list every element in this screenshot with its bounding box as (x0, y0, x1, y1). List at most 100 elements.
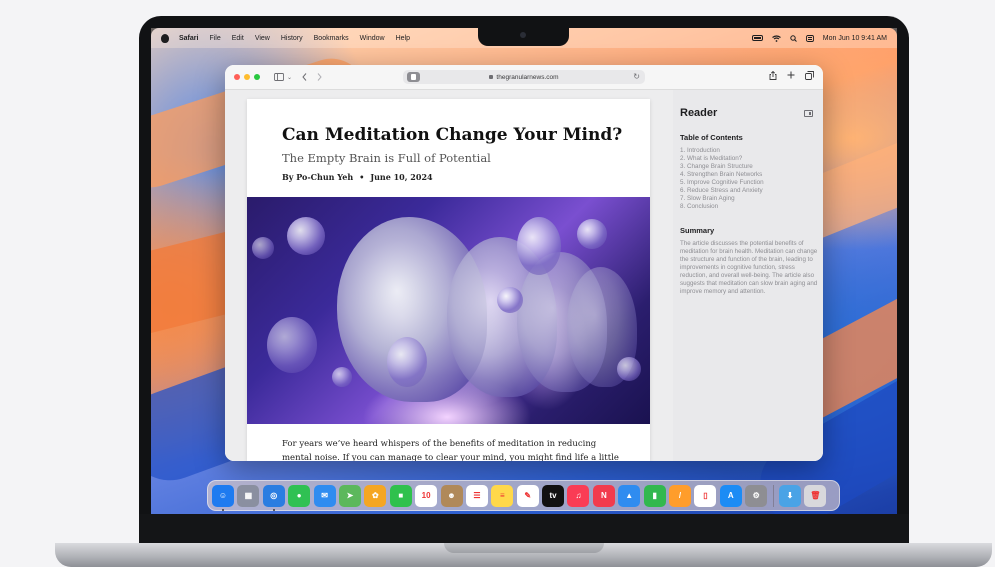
dock-calendar-icon[interactable]: 10 (415, 484, 438, 507)
dock-numbers-icon[interactable]: ▮ (643, 484, 666, 507)
dock-app-store-icon[interactable]: A (719, 484, 742, 507)
pages-glyph: / (678, 491, 682, 500)
dock-notes-icon[interactable]: ≡ (491, 484, 514, 507)
sidebar-toggle-icon[interactable] (274, 73, 284, 81)
control-center-icon[interactable] (805, 34, 814, 42)
dock-keynote-icon[interactable]: ▲ (618, 484, 641, 507)
dock-finder-icon[interactable]: ☺ (212, 484, 234, 511)
toc-item[interactable]: 4. Strengthen Brain Networks (680, 171, 815, 179)
forward-icon[interactable] (317, 73, 322, 81)
dock-mail-icon[interactable]: ✉ (313, 484, 336, 507)
toc-heading: Table of Contents (680, 133, 743, 142)
toc-item[interactable]: 1. Introduction (680, 147, 815, 155)
system-settings-glyph: ⚙ (752, 491, 760, 500)
app-store-glyph: A (727, 491, 734, 500)
maps-glyph: ➤ (346, 491, 354, 500)
menu-view[interactable]: View (255, 35, 270, 42)
window-controls (234, 74, 260, 80)
dock-trash-icon[interactable]: 🗑 (804, 484, 827, 507)
hero-image (247, 197, 650, 424)
news-glyph: N (600, 491, 607, 500)
menu-bookmarks[interactable]: Bookmarks (314, 35, 349, 42)
camera-notch (478, 28, 569, 46)
dock-pages-icon[interactable]: / (669, 484, 692, 507)
tv-glyph: tv (549, 491, 557, 500)
article-subtitle: The Empty Brain is Full of Potential (282, 151, 491, 165)
article-date: June 10, 2024 (370, 172, 433, 182)
dock-contacts-icon[interactable]: ☻ (440, 484, 463, 507)
menu-help[interactable]: Help (396, 35, 410, 42)
stage: Safari File Edit View History Bookmarks … (0, 0, 995, 567)
close-window-button[interactable] (234, 74, 240, 80)
spotlight-search-icon[interactable] (790, 34, 797, 42)
facetime-glyph: ■ (398, 491, 404, 500)
article-title: Can Meditation Change Your Mind? (282, 125, 623, 145)
dock-facetime-icon[interactable]: ■ (389, 484, 412, 507)
reader-sidebar: Reader Table of Contents 1. Introduction… (673, 90, 823, 461)
reminders-glyph: ☰ (473, 491, 481, 500)
menu-edit[interactable]: Edit (232, 35, 244, 42)
toc-item[interactable]: 6. Reduce Stress and Anxiety (680, 187, 815, 195)
trash-glyph: 🗑 (810, 491, 821, 500)
wifi-icon[interactable] (771, 34, 781, 42)
dock-messages-icon[interactable]: ● (288, 484, 311, 507)
zoom-window-button[interactable] (254, 74, 260, 80)
toc-item[interactable]: 8. Conclusion (680, 203, 815, 211)
minimize-window-button[interactable] (244, 74, 250, 80)
dock-separator (772, 484, 774, 507)
dock-tv-icon[interactable]: tv (542, 484, 565, 507)
back-icon[interactable] (302, 73, 307, 81)
dock-maps-icon[interactable]: ➤ (338, 484, 361, 507)
dock-reminders-icon[interactable]: ☰ (465, 484, 488, 507)
apple-icon[interactable] (161, 33, 169, 43)
numbers-glyph: ▮ (652, 491, 657, 500)
safari-glyph: ◎ (270, 491, 278, 500)
dock-system-settings-icon[interactable]: ⚙ (745, 484, 768, 507)
share-icon[interactable] (769, 70, 777, 82)
menu-history[interactable]: History (281, 35, 303, 42)
byline-separator: • (359, 172, 365, 182)
reload-icon[interactable]: ↻ (633, 72, 640, 81)
finder-glyph: ☺ (218, 491, 228, 500)
summary-heading: Summary (680, 226, 715, 235)
dock-iphone-mirroring-icon[interactable]: ▯ (694, 484, 717, 507)
address-bar[interactable]: thegranularnews.com ↻ (403, 70, 645, 84)
dock-photos-icon[interactable]: ✿ (364, 484, 387, 507)
menu-clock[interactable]: Mon Jun 10 9:41 AM (823, 35, 887, 42)
laptop-lid-notch (444, 543, 604, 553)
dock-safari-icon[interactable]: ◎ (262, 484, 285, 511)
toc-item[interactable]: 7. Slow Brain Aging (680, 195, 815, 203)
dock-downloads-icon[interactable]: ⬇ (778, 484, 801, 507)
calendar-glyph: 10 (421, 491, 431, 500)
toc-item[interactable]: 3. Change Brain Structure (680, 163, 815, 171)
dock-freeform-icon[interactable]: ✎ (516, 484, 539, 507)
dock-music-icon[interactable]: ♫ (567, 484, 590, 507)
table-of-contents: 1. Introduction 2. What is Meditation? 3… (680, 147, 815, 211)
reader-title: Reader (680, 107, 718, 119)
article-author: By Po-Chun Yeh (282, 172, 354, 182)
chevron-down-icon[interactable]: ⌄ (287, 74, 292, 81)
battery-icon[interactable] (751, 35, 763, 41)
notes-glyph: ≡ (499, 491, 505, 500)
toc-item[interactable]: 2. What is Meditation? (680, 155, 815, 163)
dock-launchpad-icon[interactable]: ▦ (237, 484, 260, 507)
toc-item[interactable]: 5. Improve Cognitive Function (680, 179, 815, 187)
keynote-glyph: ▲ (625, 491, 634, 500)
summary-text: The article discusses the potential bene… (680, 240, 818, 295)
laptop-chin (139, 514, 909, 544)
url-text[interactable]: thegranularnews.com (496, 74, 558, 81)
freeform-glyph: ✎ (524, 491, 532, 500)
menu-window[interactable]: Window (360, 35, 385, 42)
menu-app-name[interactable]: Safari (179, 35, 198, 42)
article-body: For years we’ve heard whispers of the be… (282, 439, 619, 461)
downloads-glyph: ⬇ (786, 491, 794, 500)
dock-news-icon[interactable]: N (592, 484, 615, 507)
sidebar-close-icon[interactable] (804, 110, 813, 117)
mail-glyph: ✉ (321, 491, 328, 500)
safari-toolbar: ⌄ thegranularnews.com ↻ (225, 65, 823, 90)
new-tab-icon[interactable] (787, 71, 795, 82)
camera-icon (520, 32, 526, 38)
reader-mode-icon[interactable] (407, 72, 420, 82)
menu-file[interactable]: File (209, 35, 220, 42)
tab-overview-icon[interactable] (805, 71, 814, 82)
